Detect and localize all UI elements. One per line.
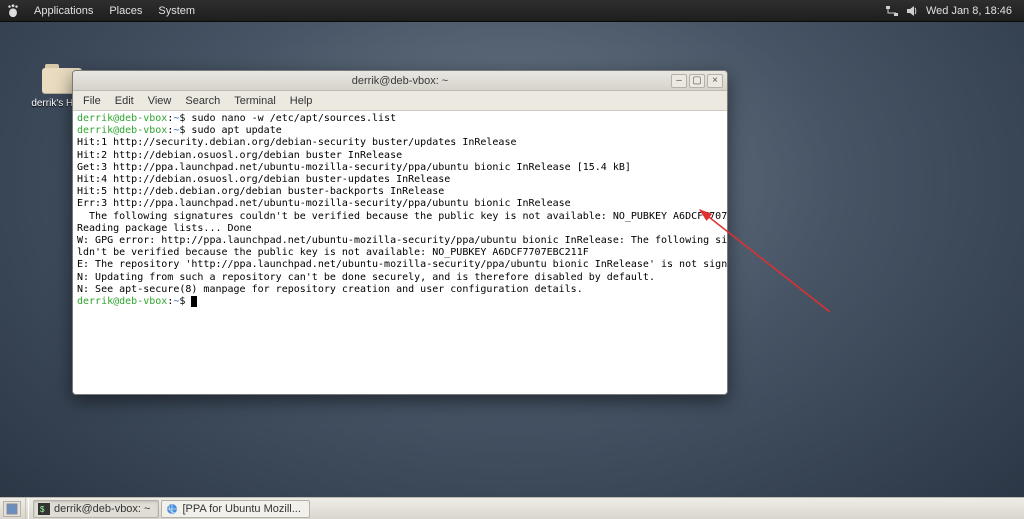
network-icon[interactable]	[884, 3, 900, 19]
maximize-button[interactable]: ▢	[689, 74, 705, 88]
terminal-window[interactable]: derrik@deb-vbox: ~ – ▢ × File Edit View …	[72, 70, 728, 395]
minimize-button[interactable]: –	[671, 74, 687, 88]
taskbar-item[interactable]: $ derrik@deb-vbox: ~	[33, 500, 159, 518]
window-titlebar[interactable]: derrik@deb-vbox: ~ – ▢ ×	[73, 71, 727, 91]
taskbar-item-label: [PPA for Ubuntu Mozill...	[182, 503, 300, 515]
volume-icon[interactable]	[904, 3, 920, 19]
menu-applications[interactable]: Applications	[26, 5, 101, 17]
taskbar-item[interactable]: [PPA for Ubuntu Mozill...	[161, 500, 309, 518]
bottom-panel: $ derrik@deb-vbox: ~ [PPA for Ubuntu Mozil…	[0, 497, 1024, 519]
window-title: derrik@deb-vbox: ~	[73, 75, 727, 87]
svg-text:$: $	[40, 505, 45, 514]
menu-search[interactable]: Search	[179, 93, 226, 109]
show-desktop-button[interactable]	[3, 501, 21, 517]
panel-separator	[25, 498, 29, 519]
menu-terminal[interactable]: Terminal	[228, 93, 282, 109]
menu-edit[interactable]: Edit	[109, 93, 140, 109]
menu-places[interactable]: Places	[101, 5, 150, 17]
panel-clock[interactable]: Wed Jan 8, 18:46	[922, 5, 1018, 17]
gnome-foot-icon[interactable]	[6, 4, 20, 18]
menu-file[interactable]: File	[77, 93, 107, 109]
close-button[interactable]: ×	[707, 74, 723, 88]
taskbar-item-label: derrik@deb-vbox: ~	[54, 503, 150, 515]
menu-help[interactable]: Help	[284, 93, 319, 109]
top-panel: Applications Places System Wed Jan 8, 18…	[0, 0, 1024, 22]
menu-system[interactable]: System	[150, 5, 203, 17]
terminal-body[interactable]: derrik@deb-vbox:~$ sudo nano -w /etc/apt…	[73, 111, 727, 394]
menu-view[interactable]: View	[142, 93, 178, 109]
terminal-menubar: File Edit View Search Terminal Help	[73, 91, 727, 111]
globe-icon	[166, 503, 178, 515]
terminal-icon: $	[38, 503, 50, 515]
